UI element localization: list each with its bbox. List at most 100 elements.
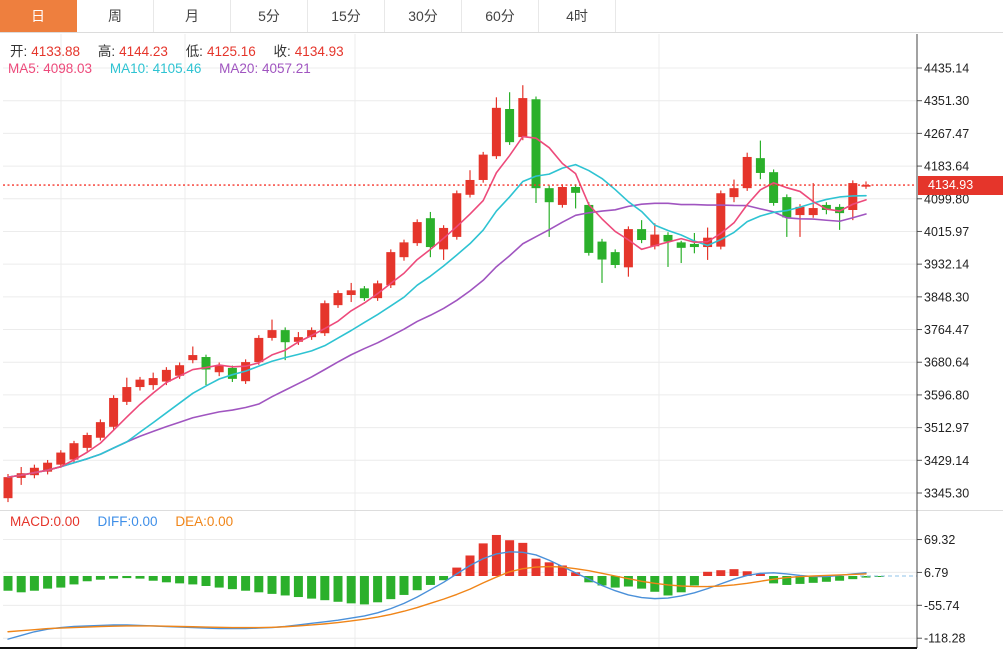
close-label: 收:	[274, 44, 291, 59]
axis-tick-label: -118.28	[924, 632, 966, 646]
axis-tick-label: 3429.14	[924, 454, 969, 468]
macd-bar	[109, 576, 118, 579]
candle-body	[347, 290, 356, 295]
candle-body	[83, 435, 92, 448]
candle-body	[254, 338, 263, 362]
macd-bar	[56, 576, 65, 588]
macd-bar	[835, 576, 844, 581]
macd-bar	[30, 576, 39, 591]
macd-bar	[122, 576, 131, 578]
high-value: 4144.23	[119, 44, 168, 59]
macd-bar	[4, 576, 13, 591]
macd-bar	[386, 576, 395, 599]
macd-bar	[307, 576, 316, 599]
macd-bar	[320, 576, 329, 600]
macd-bar	[281, 576, 290, 595]
macd-bar	[202, 576, 211, 586]
ma20-value: MA20: 4057.21	[219, 61, 311, 76]
candle-body	[479, 155, 488, 180]
gridlines	[3, 34, 917, 648]
candle-body	[505, 109, 514, 142]
macd-bar	[83, 576, 92, 581]
macd-bar	[149, 576, 158, 581]
candle-body	[413, 222, 422, 243]
candle-body	[122, 387, 131, 402]
candle-body	[743, 157, 752, 188]
macd-bar	[690, 576, 699, 585]
open-label: 开:	[10, 44, 27, 59]
macd-bar	[43, 576, 52, 589]
axis-tick-label: 3932.14	[924, 258, 969, 272]
candle-body	[400, 242, 409, 257]
trading-chart-app: 日周月5分15分30分60分4时 4435.144351.304267.4741…	[0, 0, 1003, 653]
axis-tick-label: -55.74	[924, 599, 959, 613]
candle-body	[677, 242, 686, 247]
axis-tick-label: 4435.14	[924, 62, 969, 76]
open-value: 4133.88	[31, 44, 80, 59]
axis-tick-label: 69.32	[924, 533, 955, 547]
candlestick-chart-canvas[interactable]: 4435.144351.304267.474183.644099.804015.…	[0, 0, 1003, 653]
chart-area[interactable]: 4435.144351.304267.474183.644099.804015.…	[0, 0, 1003, 653]
axis-tick-label: 4015.97	[924, 225, 969, 239]
candle-body	[149, 378, 158, 385]
candle-body	[4, 477, 13, 498]
axis-tick-label: 4267.47	[924, 127, 969, 141]
macd-bar	[518, 543, 527, 576]
macd-bar	[545, 562, 554, 576]
candle-body	[756, 158, 765, 173]
price-axis: 4435.144351.304267.474183.644099.804015.…	[917, 62, 969, 646]
macd-histogram	[4, 535, 884, 604]
macd-bar	[96, 576, 105, 580]
macd-bar	[162, 576, 171, 582]
candle-body	[598, 242, 607, 260]
candle-body	[492, 108, 501, 156]
candle-body	[466, 180, 475, 195]
macd-bar	[426, 576, 435, 585]
axis-tick-label: 3680.64	[924, 356, 969, 370]
macd-bar	[413, 576, 422, 590]
candle-body	[690, 244, 699, 247]
candle-body	[360, 288, 369, 298]
macd-bar	[373, 576, 382, 602]
macd-bar	[400, 576, 409, 595]
low-label: 低:	[186, 44, 203, 59]
candle-body	[136, 380, 145, 387]
last-price-tag: 4134.93	[918, 176, 1003, 195]
macd-bar	[175, 576, 184, 583]
candle-body	[162, 370, 171, 382]
candle-body	[809, 208, 818, 215]
macd-bar	[347, 576, 356, 603]
candle-body	[96, 422, 105, 438]
ma-legend: MA5: 4098.03 MA10: 4105.46 MA20: 4057.21	[8, 61, 315, 76]
candle-body	[109, 398, 118, 427]
candle-body	[611, 252, 620, 265]
macd-bar	[268, 576, 277, 594]
candle-body	[624, 229, 633, 267]
dea-value: DEA:0.00	[175, 514, 233, 529]
macd-bar	[360, 576, 369, 604]
macd-bar	[241, 576, 250, 591]
axis-tick-label: 3512.97	[924, 421, 969, 435]
high-label: 高:	[98, 44, 115, 59]
ma5-line	[8, 137, 866, 478]
macd-bar	[215, 576, 224, 588]
macd-bar	[228, 576, 237, 589]
macd-bar	[17, 576, 26, 592]
macd-bar	[334, 576, 343, 602]
candle-body	[334, 293, 343, 305]
candle-body	[268, 330, 277, 338]
macd-bar	[716, 570, 725, 576]
axis-tick-label: 6.79	[924, 566, 948, 580]
axis-tick-label: 4351.30	[924, 94, 969, 108]
macd-bar	[294, 576, 303, 597]
macd-bar	[730, 569, 739, 576]
low-value: 4125.16	[207, 44, 256, 59]
axis-tick-label: 4183.64	[924, 160, 969, 174]
candle-body	[426, 218, 435, 247]
diff-value: DIFF:0.00	[98, 514, 158, 529]
candle-body	[281, 330, 290, 342]
macd-value: MACD:0.00	[10, 514, 80, 529]
macd-bar	[188, 576, 197, 584]
candle-body	[70, 443, 79, 459]
close-value: 4134.93	[295, 44, 344, 59]
